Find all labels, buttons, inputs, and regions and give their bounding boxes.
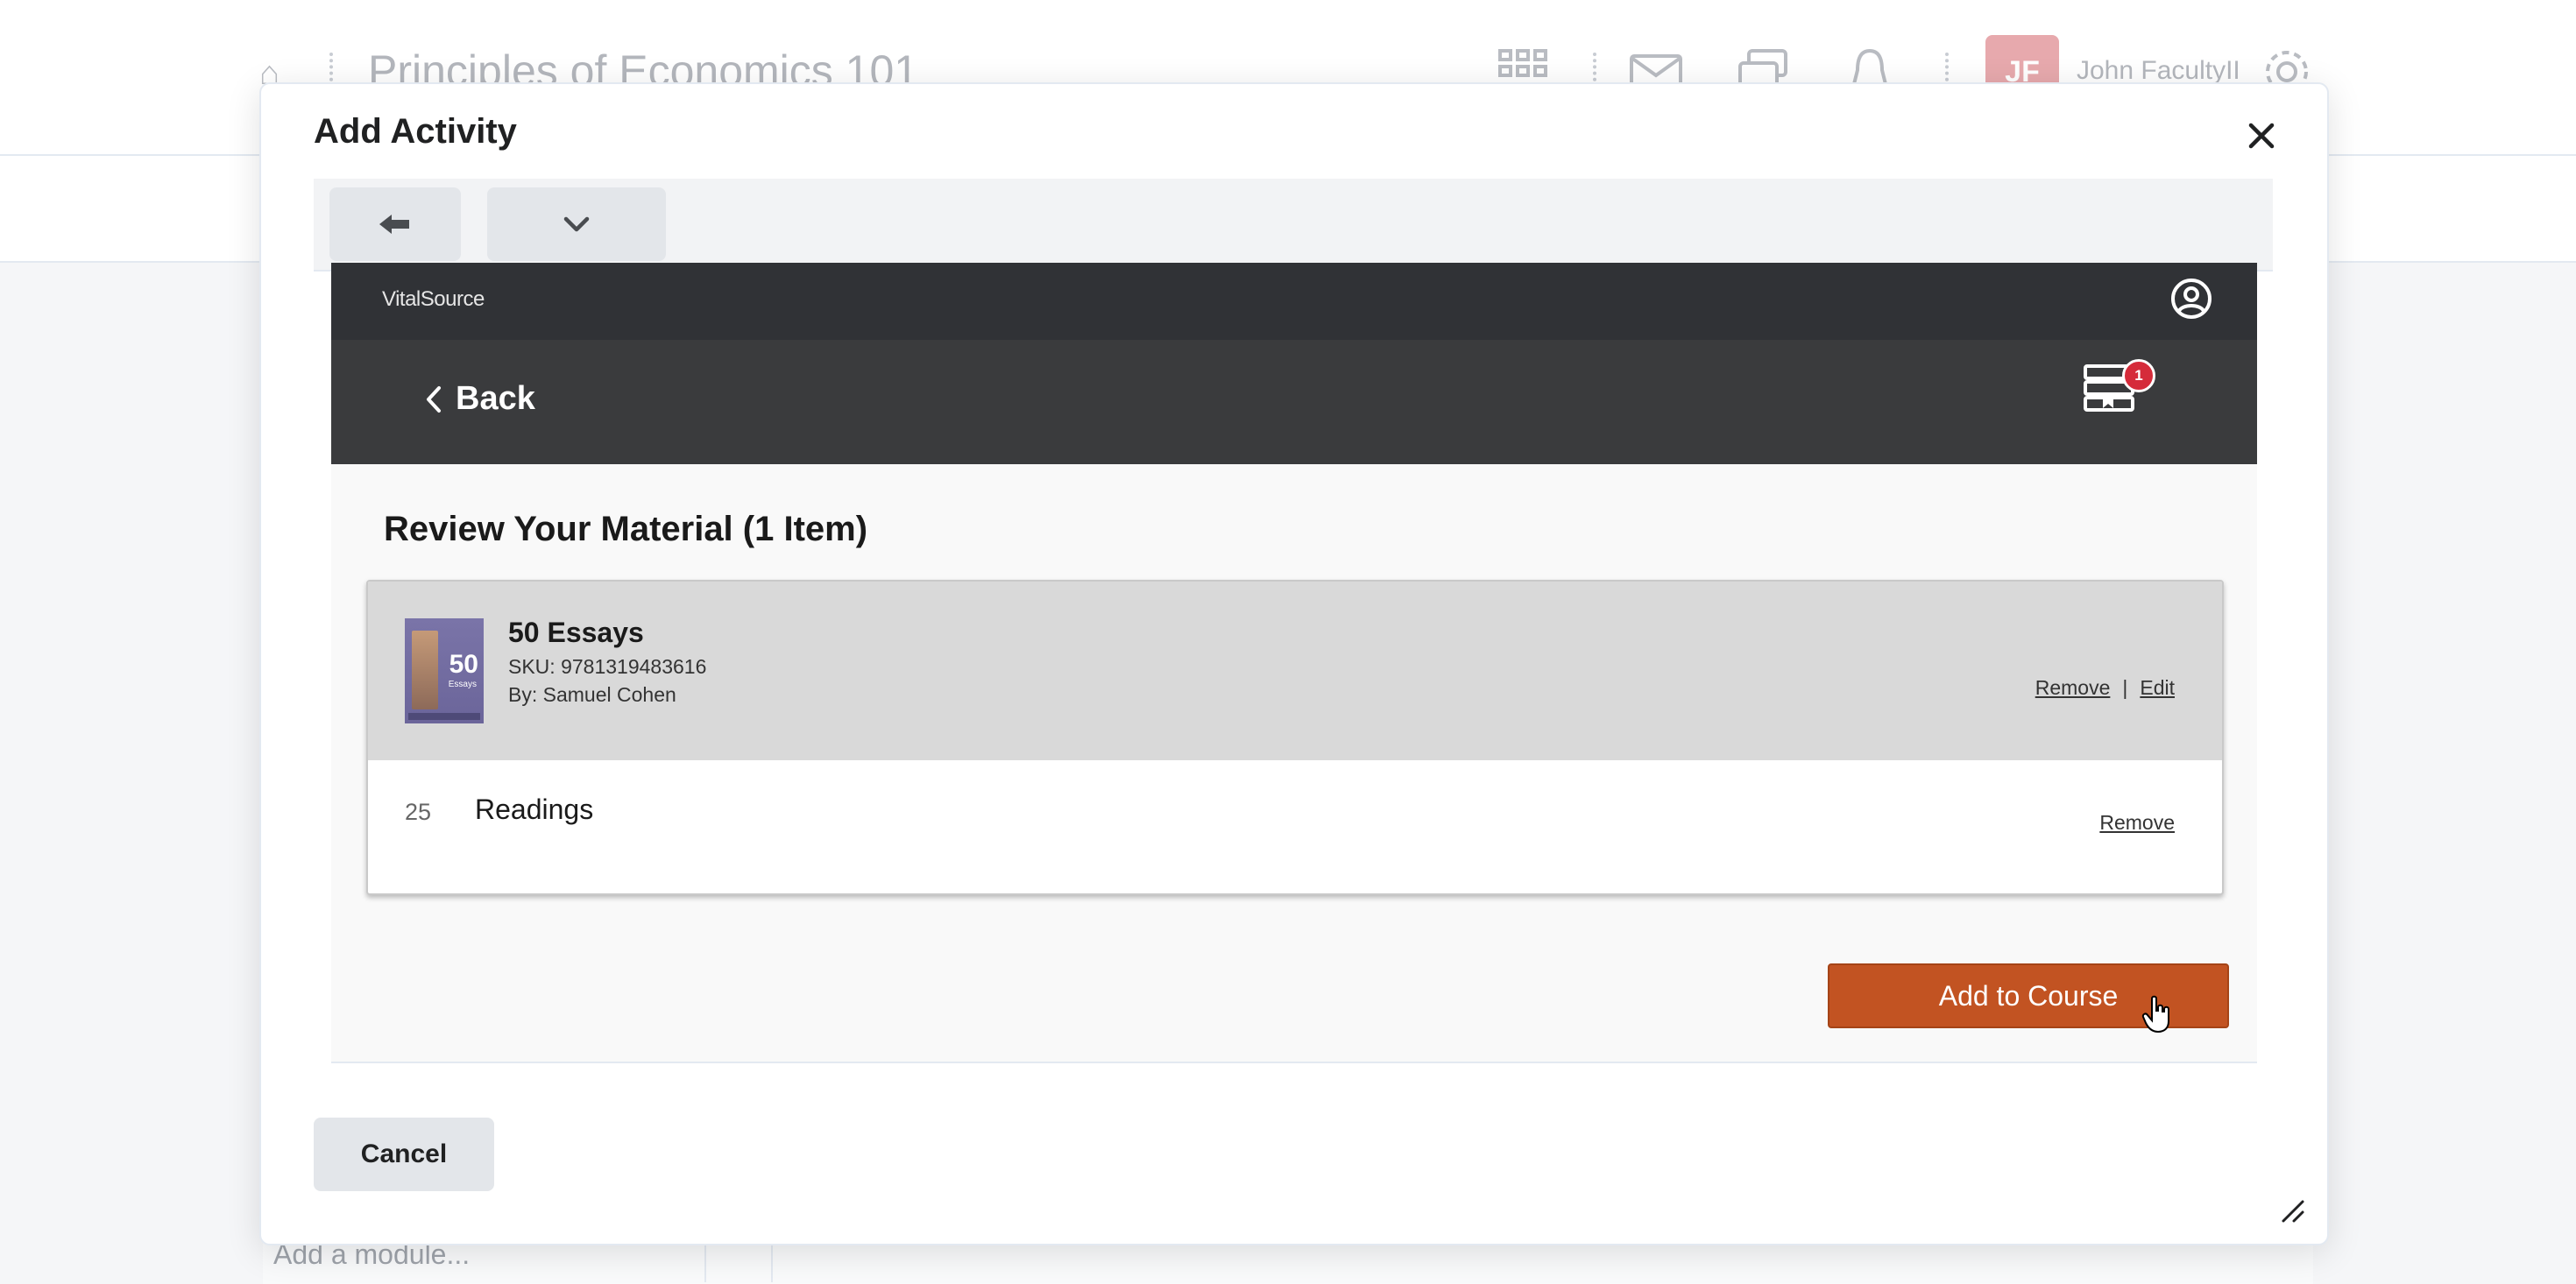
hand-cursor-icon: [2141, 995, 2173, 1034]
book-cover: 50 Essays: [405, 618, 484, 723]
user-name[interactable]: John FacultyII: [2077, 56, 2240, 86]
account-button[interactable]: [2169, 277, 2213, 321]
vitalsource-header: VitalSource: [331, 263, 2257, 340]
logo-text: VitalSource: [382, 287, 485, 311]
vitalsource-frame: VitalSource Back 1 Review Your Material …: [331, 263, 2257, 1063]
vs-back-link[interactable]: Back: [424, 380, 535, 418]
readings-label: Readings: [475, 794, 594, 825]
readings-count: 25: [405, 799, 432, 825]
vitalsource-logo: VitalSource: [382, 287, 485, 312]
cover-word: Essays: [448, 680, 477, 689]
back-button[interactable]: [329, 187, 461, 261]
chevron-down-icon: [563, 216, 590, 232]
book-sku: SKU: 9781319483616: [508, 655, 707, 678]
cancel-button[interactable]: Cancel: [314, 1118, 494, 1191]
close-button[interactable]: [2240, 114, 2283, 158]
material-card: 50 Essays 50 Essays SKU: 9781319483616 B…: [366, 580, 2224, 895]
material-card-header: 50 Essays 50 Essays SKU: 9781319483616 B…: [368, 582, 2222, 760]
cover-number: 50: [449, 650, 478, 679]
resize-handle-icon[interactable]: [2278, 1196, 2306, 1224]
material-actions: Remove | Edit: [2035, 676, 2175, 700]
arrow-left-icon: [379, 215, 409, 234]
materials-cart-button[interactable]: 1: [2082, 357, 2157, 419]
more-options-button[interactable]: [487, 187, 666, 261]
edit-material-link[interactable]: Edit: [2140, 676, 2175, 700]
back-label: Back: [456, 380, 535, 417]
book-author: By: Samuel Cohen: [508, 683, 676, 706]
cover-art: [412, 631, 438, 709]
cover-footer: [408, 713, 480, 720]
dialog-title: Add Activity: [314, 112, 517, 151]
vitalsource-nav: Back 1: [331, 340, 2257, 464]
close-icon: [2248, 123, 2275, 149]
dialog-toolbar: [314, 179, 2273, 272]
remove-material-link[interactable]: Remove: [2035, 676, 2111, 700]
user-circle-icon: [2171, 279, 2212, 319]
add-activity-dialog: Add Activity VitalSource Back 1 Review Y…: [259, 82, 2329, 1245]
review-heading: Review Your Material (1 Item): [384, 510, 868, 548]
frame-divider: [331, 1062, 2257, 1063]
action-separator: |: [2122, 676, 2128, 699]
book-title: 50 Essays: [508, 617, 644, 648]
remove-readings-link[interactable]: Remove: [2099, 811, 2175, 835]
cart-count-badge: 1: [2122, 359, 2155, 392]
chevron-left-icon: [427, 385, 441, 413]
